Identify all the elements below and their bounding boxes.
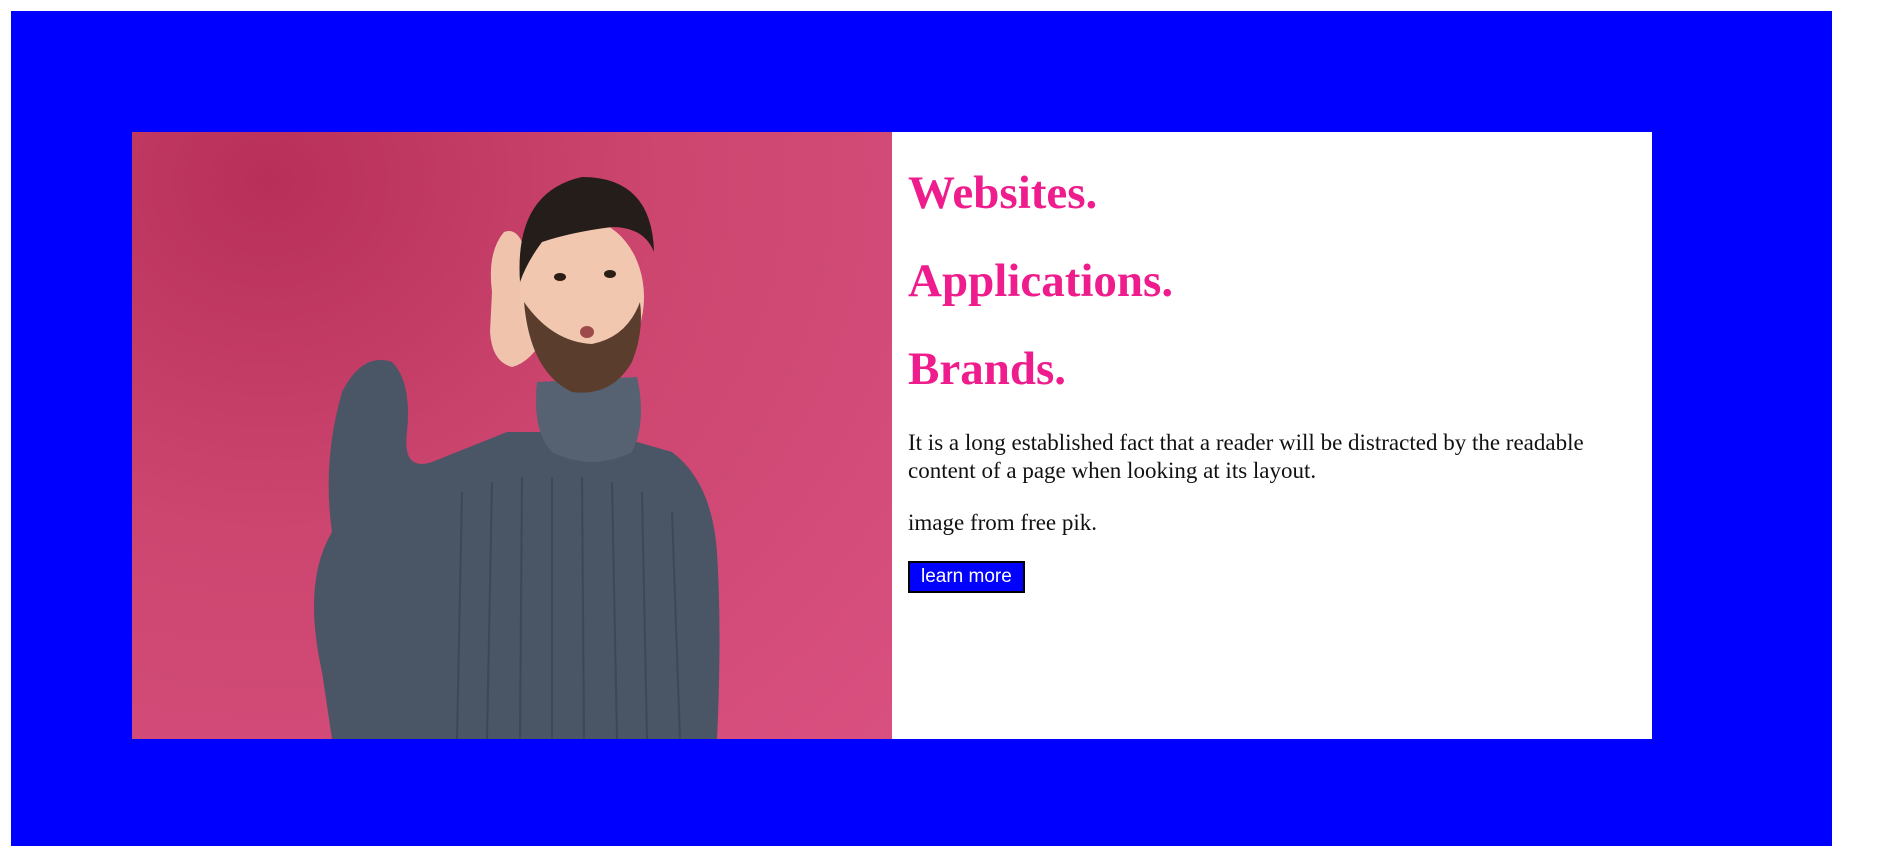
description-text: It is a long established fact that a rea…	[908, 430, 1584, 483]
hero-card: Websites. Applications. Brands. It is a …	[132, 132, 1652, 739]
learn-more-button[interactable]: learn more	[908, 561, 1025, 593]
headline-brands: Brands.	[908, 343, 1067, 395]
blue-frame: Websites. Applications. Brands. It is a …	[11, 11, 1832, 846]
headline-websites: Websites.	[908, 167, 1098, 219]
hero-content: Websites. Applications. Brands. It is a …	[892, 132, 1652, 739]
man-listening-illustration	[314, 177, 720, 739]
headline-applications: Applications.	[908, 255, 1174, 307]
hero-photo	[132, 132, 892, 739]
image-credit: image from free pik.	[908, 510, 1098, 535]
